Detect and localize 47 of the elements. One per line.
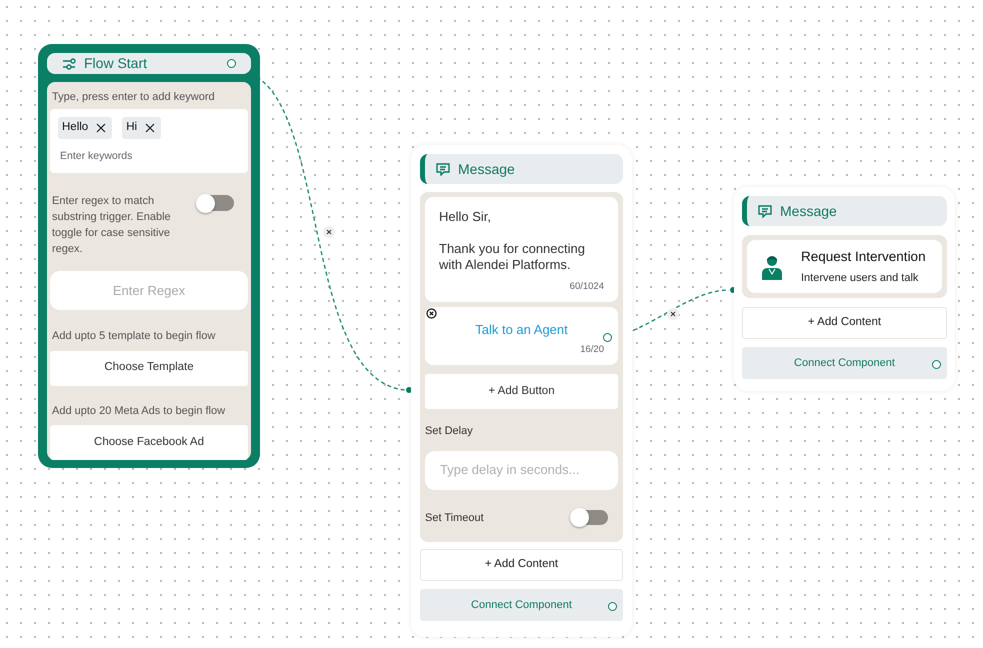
node-title: Flow Start bbox=[84, 54, 148, 73]
remove-icon[interactable] bbox=[96, 123, 106, 133]
keyword-placeholder: Enter keywords bbox=[59, 149, 134, 164]
output-handle[interactable] bbox=[227, 59, 236, 68]
remove-icon[interactable] bbox=[145, 123, 156, 133]
button-label: Talk to an Agent bbox=[475, 321, 568, 339]
node-title: Message bbox=[458, 160, 515, 179]
message-node[interactable]: Message Request Intervention Intervene users and talk + Add Content Connect Component bbox=[734, 187, 955, 391]
choose-template-button[interactable]: Choose Template bbox=[50, 350, 248, 386]
timeout-toggle[interactable] bbox=[572, 510, 608, 526]
sliders-icon bbox=[62, 56, 76, 70]
output-handle[interactable] bbox=[608, 602, 617, 611]
keyword-field[interactable]: Hello Hi Enter keywords bbox=[50, 109, 248, 173]
delete-edge-icon[interactable] bbox=[667, 308, 679, 320]
message-text-card[interactable]: Hello Sir, Thank you for connecting with Alendei Platforms. 60/1024 bbox=[425, 197, 618, 302]
choose-facebook-ad-button[interactable]: Choose Facebook Ad bbox=[50, 425, 248, 460]
message-text: Hello Sir, Thank you for connecting with Alendei Platforms. bbox=[439, 209, 586, 273]
output-handle[interactable] bbox=[932, 360, 941, 369]
character-count: 60/1024 bbox=[570, 280, 604, 294]
field-label: Set Timeout bbox=[425, 510, 484, 526]
delete-edge-icon[interactable] bbox=[323, 226, 335, 238]
component-description: Intervene users and talk bbox=[801, 270, 920, 286]
field-label: Type, press enter to add keyword bbox=[51, 90, 216, 104]
node-title: Message bbox=[780, 202, 837, 221]
regex-hint: Enter regex to match substring trigger. Enable toggle for case sensitive regex. bbox=[52, 194, 172, 257]
connect-component-button[interactable]: Connect Component bbox=[742, 347, 947, 379]
field-label: Add upto 20 Meta Ads to begin flow bbox=[51, 404, 226, 418]
close-icon[interactable] bbox=[426, 308, 437, 319]
case-sensitive-toggle[interactable] bbox=[198, 195, 234, 211]
keyword-text: Hello bbox=[62, 120, 88, 136]
intervention-card[interactable]: Request Intervention Intervene users and talk bbox=[747, 240, 942, 293]
connect-component-button[interactable]: Connect Component bbox=[420, 589, 623, 621]
output-handle[interactable] bbox=[603, 333, 612, 342]
flow-start-node[interactable] bbox=[38, 44, 260, 468]
field-label: Add upto 5 template to begin flow bbox=[51, 329, 216, 344]
add-content-button[interactable]: + Add Content bbox=[742, 307, 947, 339]
field-label: Set Delay bbox=[425, 424, 474, 439]
component-title: Request Intervention bbox=[801, 248, 926, 266]
keyword-text: Hi bbox=[126, 120, 138, 136]
message-icon bbox=[758, 204, 772, 218]
agent-icon bbox=[761, 254, 783, 280]
message-node[interactable]: Message Hello Sir, Thank you for connecting with Alendei Platforms. 60/1024 Talk to an Agent 16/20 + Add Button Set Delay Type delay in seconds... Set Timeout + Add Content Connect Component bbox=[411, 145, 632, 637]
character-count: 16/20 bbox=[580, 342, 604, 356]
message-icon bbox=[436, 162, 450, 176]
add-content-button[interactable]: + Add Content bbox=[420, 549, 623, 581]
quick-reply-card[interactable]: Talk to an Agent 16/20 bbox=[425, 307, 618, 365]
add-button-button[interactable]: + Add Button bbox=[425, 374, 618, 409]
